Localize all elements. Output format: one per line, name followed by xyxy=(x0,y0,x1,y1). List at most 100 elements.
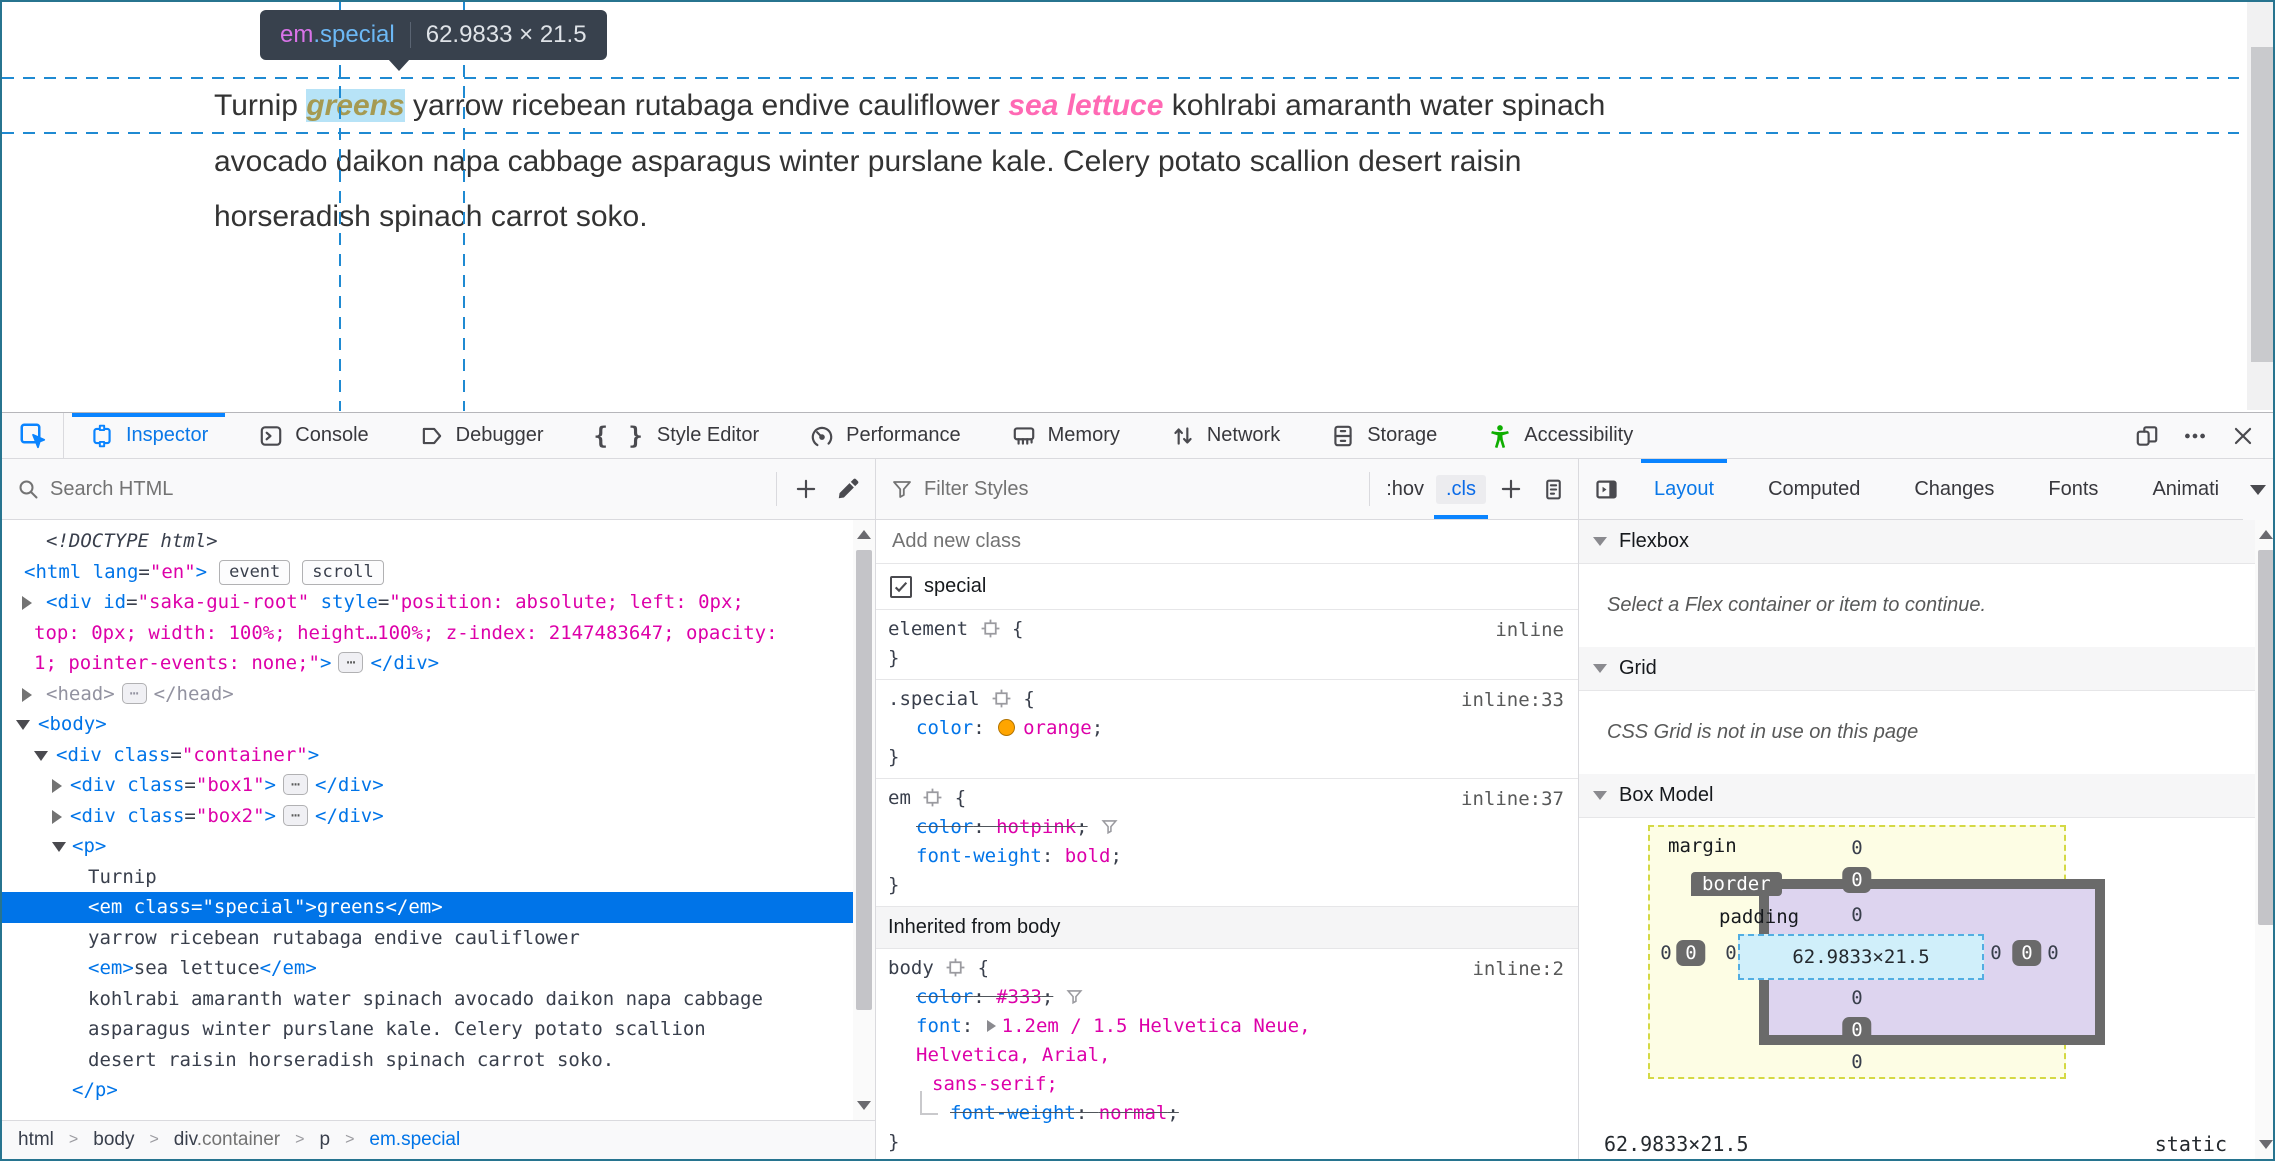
tree-row[interactable]: <html lang="en"> event scroll xyxy=(2,557,853,588)
tree-row[interactable]: <!DOCTYPE html> xyxy=(2,526,853,557)
tab-memory[interactable]: Memory xyxy=(986,413,1145,458)
padding-right-value[interactable]: 0 xyxy=(1990,942,2001,964)
highlight-selector-icon[interactable] xyxy=(991,688,1012,709)
twisty-expanded-icon[interactable] xyxy=(16,720,30,730)
margin-bottom-value[interactable]: 0 xyxy=(1851,1051,1862,1073)
sidebar-tab-animati[interactable]: Animati xyxy=(2125,459,2246,520)
layout-scrollbar[interactable] xyxy=(2255,520,2273,1159)
twisty-collapsed-icon[interactable] xyxy=(22,596,32,610)
rule-source-link[interactable]: inline:37 xyxy=(1461,785,1564,814)
more-options-button[interactable] xyxy=(2175,416,2215,456)
twisty-expanded-icon[interactable] xyxy=(52,842,66,852)
node-badge[interactable]: event xyxy=(219,559,291,585)
all-tabs-button[interactable] xyxy=(2243,459,2273,520)
tree-row[interactable]: <p> xyxy=(2,831,853,862)
filter-styles-input[interactable] xyxy=(924,477,1362,501)
tree-row[interactable]: <div class="box1"> ⋯ </div> xyxy=(2,770,853,801)
collapsed-children-icon[interactable]: ⋯ xyxy=(338,652,364,673)
tab-storage[interactable]: Storage xyxy=(1305,413,1462,458)
add-rule-button[interactable] xyxy=(1490,466,1532,512)
tab-debugger[interactable]: Debugger xyxy=(394,413,569,458)
margin-left-value[interactable]: 0 xyxy=(1660,942,1671,964)
breadcrumb-item[interactable]: html xyxy=(18,1129,54,1151)
scroll-down-arrow[interactable] xyxy=(2259,1140,2273,1149)
sidebar-tab-computed[interactable]: Computed xyxy=(1741,459,1887,520)
tab-accessibility[interactable]: Accessibility xyxy=(1462,413,1658,458)
box-model-content-box[interactable]: 62.9833×21.5 xyxy=(1738,934,1984,980)
responsive-mode-button[interactable] xyxy=(2127,416,2167,456)
tab-network[interactable]: Network xyxy=(1145,413,1305,458)
twisty-collapsed-icon[interactable] xyxy=(22,687,32,702)
twisty-collapsed-icon[interactable] xyxy=(52,809,62,824)
markup-scrollbar[interactable] xyxy=(853,520,875,1120)
tree-row[interactable]: <div id="saka-gui-root" style="position:… xyxy=(2,587,853,679)
highlight-selector-icon[interactable] xyxy=(980,618,1001,639)
add-new-class-input[interactable] xyxy=(892,530,1544,553)
tab-style-editor[interactable]: { } Style Editor xyxy=(569,413,785,458)
css-declaration[interactable]: font: 1.2em / 1.5 Helvetica Neue, Helvet… xyxy=(888,1012,1428,1070)
margin-right-value[interactable]: 0 xyxy=(2047,942,2058,964)
margin-top-value[interactable]: 0 xyxy=(1851,837,1862,859)
breadcrumb-item[interactable]: body xyxy=(93,1129,134,1151)
breadcrumb-item[interactable]: p xyxy=(319,1129,330,1151)
sidebar-tab-layout[interactable]: Layout xyxy=(1627,459,1741,520)
twisty-expanded-icon[interactable] xyxy=(34,750,48,761)
css-declaration[interactable]: font-weight: bold; xyxy=(888,842,1428,871)
page-scrollbar-thumb[interactable] xyxy=(2251,47,2273,362)
close-button[interactable] xyxy=(2223,416,2263,456)
highlight-selector-icon[interactable] xyxy=(922,787,943,808)
boxmodel-section-header[interactable]: Box Model xyxy=(1579,774,2255,818)
color-swatch[interactable] xyxy=(998,719,1016,736)
breadcrumb-item[interactable]: div.container xyxy=(174,1129,280,1151)
search-input[interactable] xyxy=(50,477,768,501)
rule-source-link[interactable]: inline:2 xyxy=(1472,955,1564,984)
grid-section-header[interactable]: Grid xyxy=(1579,647,2255,691)
tab-performance[interactable]: Performance xyxy=(784,413,986,458)
rule-source-link[interactable]: inline xyxy=(1495,616,1564,645)
twisty-collapsed-icon[interactable] xyxy=(52,779,62,793)
node-badge[interactable]: scroll xyxy=(302,559,384,585)
border-right-value[interactable]: 0 xyxy=(2012,940,2042,966)
collapsed-children-icon[interactable]: ⋯ xyxy=(282,804,308,826)
pseudo-class-button[interactable]: :hov xyxy=(1378,478,1432,501)
highlight-selector-icon[interactable] xyxy=(945,957,966,978)
tree-row[interactable]: <head> ⋯ </head> xyxy=(2,679,853,710)
tree-row[interactable]: yarrow ricebean rutabaga endive cauliflo… xyxy=(2,923,853,954)
tree-row[interactable]: <em>sea lettuce</em> xyxy=(2,953,853,984)
padding-bottom-value[interactable]: 0 xyxy=(1851,987,1862,1009)
tree-row[interactable]: Turnip xyxy=(2,862,853,893)
twisty-collapsed-icon[interactable] xyxy=(986,1020,996,1032)
sidebar-tab-changes[interactable]: Changes xyxy=(1887,459,2021,520)
tree-row[interactable]: <body> xyxy=(2,709,853,740)
tree-row-selected[interactable]: <em class="special">greens</em> xyxy=(2,892,853,923)
collapsed-children-icon[interactable]: ⋯ xyxy=(121,682,147,704)
collapsed-children-icon[interactable]: ⋯ xyxy=(282,774,308,795)
tab-console[interactable]: Console xyxy=(233,413,393,458)
eyedropper-button[interactable] xyxy=(827,466,869,512)
class-panel-button[interactable]: .cls xyxy=(1432,459,1490,519)
padding-top-value[interactable]: 0 xyxy=(1851,904,1862,926)
scroll-down-arrow[interactable] xyxy=(857,1101,871,1110)
tree-row[interactable]: <div class="container"> xyxy=(2,740,853,771)
overridden-filter-icon[interactable] xyxy=(1065,987,1084,1006)
css-declaration[interactable]: color: #333; xyxy=(888,983,1428,1012)
tree-row[interactable]: <div class="box2"> ⋯ </div> xyxy=(2,801,853,832)
border-bottom-value[interactable]: 0 xyxy=(1842,1017,1872,1043)
flexbox-section-header[interactable]: Flexbox xyxy=(1579,520,2255,564)
tree-row[interactable]: kohlrabi amaranth water spinach avocado … xyxy=(2,984,853,1076)
sidebar-tab-fonts[interactable]: Fonts xyxy=(2021,459,2125,520)
layout-scrollbar-thumb[interactable] xyxy=(2258,550,2273,925)
overridden-filter-icon[interactable] xyxy=(1100,817,1119,836)
print-media-button[interactable] xyxy=(1532,466,1574,512)
markup-scrollbar-thumb[interactable] xyxy=(856,550,872,1010)
tree-row[interactable]: </p> xyxy=(2,1075,853,1106)
add-node-button[interactable] xyxy=(785,466,827,512)
page-scrollbar[interactable] xyxy=(2247,2,2273,410)
css-declaration[interactable]: color: hotpink; xyxy=(888,813,1428,842)
class-checkbox[interactable] xyxy=(890,575,912,598)
sidebar-toggle-button[interactable] xyxy=(1585,466,1627,512)
breadcrumb-item[interactable]: em.special xyxy=(369,1129,460,1151)
scroll-up-arrow[interactable] xyxy=(857,530,871,539)
padding-left-value[interactable]: 0 xyxy=(1725,942,1736,964)
pick-element-button[interactable] xyxy=(2,413,64,458)
